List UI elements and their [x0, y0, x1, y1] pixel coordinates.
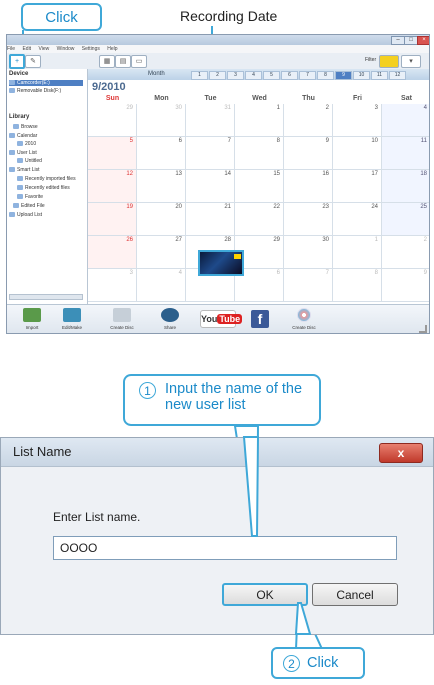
step2-number: 2 — [283, 655, 300, 672]
step2-text: Click — [307, 655, 339, 671]
step1-pointer-tip — [242, 436, 260, 537]
step2-pointer-tip — [294, 602, 312, 635]
step2-callout: 2 Click — [271, 647, 365, 679]
callout-pointers-front — [242, 436, 312, 635]
